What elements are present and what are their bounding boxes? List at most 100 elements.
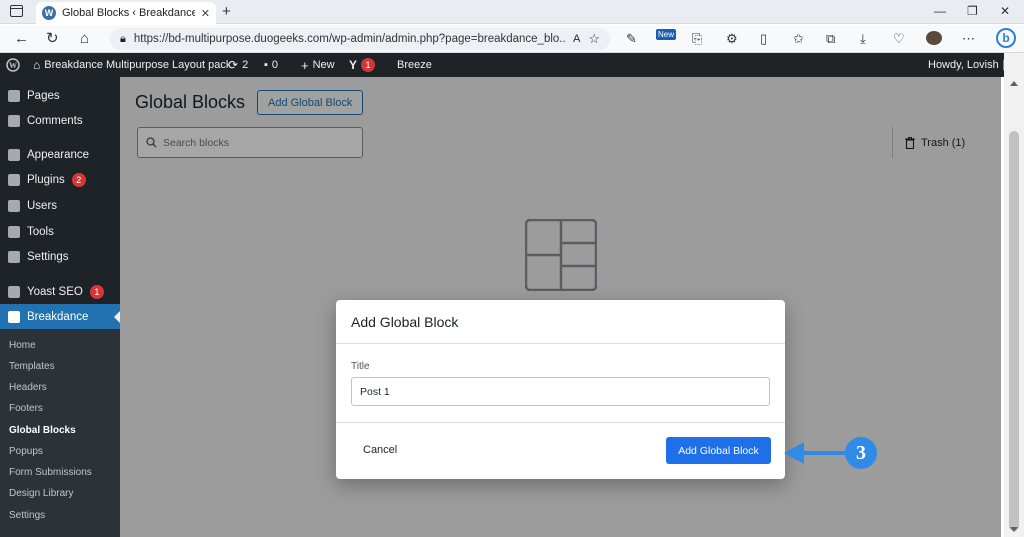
comment-bubble-icon: ▪ (264, 59, 268, 71)
wp-admin-bar: W ⌂ Breakdance Multipurpose Layout pack … (0, 53, 1015, 77)
title-input[interactable] (351, 377, 770, 406)
yoast-menu-badge: 1 (89, 285, 104, 299)
menu-label: Users (27, 200, 58, 212)
eyedropper-extension-icon[interactable]: ✎ (626, 31, 637, 47)
submenu-global-blocks[interactable]: Global Blocks (9, 425, 76, 436)
submenu-settings[interactable]: Settings (9, 510, 45, 521)
submenu-footers[interactable]: Footers (9, 403, 43, 414)
close-window-icon[interactable]: ✕ (1000, 4, 1010, 18)
downloads-icon[interactable]: ⤓ (860, 31, 866, 47)
extension-icon[interactable]: ⎘ (692, 31, 702, 47)
wp-logo-icon[interactable]: W (6, 53, 20, 77)
page-scrollbar[interactable] (1004, 53, 1024, 537)
breakdance-icon (8, 311, 20, 323)
favorites-icon[interactable]: ✩ (793, 31, 804, 47)
add-global-block-submit-button[interactable]: Add Global Block (666, 437, 771, 464)
submenu-home[interactable]: Home (9, 340, 36, 351)
tools-icon (8, 226, 20, 238)
breakdance-submenu: Home Templates Headers Footers Global Bl… (0, 329, 120, 537)
submenu-templates[interactable]: Templates (9, 361, 55, 372)
submenu-popups[interactable]: Popups (9, 446, 43, 457)
menu-breakdance[interactable]: Breakdance (0, 304, 120, 330)
menu-label: Tools (27, 226, 54, 238)
bing-copilot-icon[interactable]: b (996, 28, 1016, 48)
updates-count: 2 (242, 59, 249, 71)
submenu-form-submissions[interactable]: Form Submissions (9, 467, 92, 478)
site-name: Breakdance Multipurpose Layout pack (44, 59, 232, 71)
menu-label: Appearance (27, 149, 90, 161)
yoast-admin-link[interactable]: Y 1 (349, 53, 376, 77)
house-icon: ⌂ (33, 58, 41, 72)
callout-arrow-icon (784, 442, 848, 464)
menu-label: Yoast SEO (27, 286, 83, 298)
menu-users[interactable]: Users (0, 193, 120, 219)
menu-pages[interactable]: Pages (0, 83, 120, 109)
admin-sidebar: Pages Comments Appearance Plugins 2 Users… (0, 77, 120, 537)
yoast-icon (8, 286, 20, 298)
submenu-headers[interactable]: Headers (9, 382, 47, 393)
new-label: New (312, 59, 335, 71)
cancel-button[interactable]: Cancel (363, 444, 397, 456)
settings-icon (8, 251, 20, 263)
step-number-badge: 3 (845, 437, 877, 469)
restore-icon[interactable]: ❐ (967, 4, 978, 18)
menu-label: Breakdance (27, 311, 89, 323)
divider (336, 422, 785, 423)
scroll-up-arrow-icon[interactable] (1010, 81, 1018, 86)
comments-count: 0 (271, 59, 279, 71)
browser-essentials-icon[interactable]: ♡ (893, 31, 905, 47)
menu-settings[interactable]: Settings (0, 244, 120, 270)
menu-comments[interactable]: Comments (0, 108, 120, 134)
breeze-link[interactable]: Breeze (397, 53, 432, 77)
browser-tab-strip: W Global Blocks ‹ Breakdance Multi ✕ + —… (0, 0, 1024, 24)
lock-icon: 🔒︎ (120, 32, 126, 45)
new-content-link[interactable]: + New (301, 53, 335, 77)
more-menu-icon[interactable]: ⋯ (962, 31, 975, 47)
menu-label: Settings (27, 251, 69, 263)
menu-appearance[interactable]: Appearance (0, 142, 120, 168)
scroll-down-arrow-icon[interactable] (1010, 527, 1018, 532)
updates-icon: ⟳ (228, 58, 239, 72)
minimize-icon[interactable]: — (934, 4, 946, 18)
address-bar[interactable]: 🔒︎ https://bd-multipurpose.duogeeks.com/… (110, 28, 610, 50)
back-icon[interactable]: ← (14, 30, 29, 47)
read-aloud-icon[interactable]: A (573, 33, 580, 45)
menu-plugins[interactable]: Plugins 2 (0, 167, 120, 193)
comments-link[interactable]: ▪ 0 (264, 53, 278, 77)
my-account-link[interactable]: Howdy, Lovish (928, 53, 1015, 77)
plugins-badge: 2 (71, 173, 86, 187)
close-tab-icon[interactable]: ✕ (201, 7, 210, 20)
yoast-badge: 1 (361, 58, 376, 72)
scroll-thumb[interactable] (1009, 131, 1019, 531)
new-tab-icon[interactable]: + (222, 3, 231, 20)
profile-avatar[interactable] (926, 31, 942, 45)
url-text: https://bd-multipurpose.duogeeks.com/wp-… (133, 33, 565, 45)
menu-yoast-seo[interactable]: Yoast SEO 1 (0, 279, 120, 305)
dialog-title: Add Global Block (351, 314, 459, 330)
submenu-design-library[interactable]: Design Library (9, 488, 73, 499)
site-name-link[interactable]: ⌂ Breakdance Multipurpose Layout pack (33, 53, 231, 77)
comments-icon (8, 115, 20, 127)
yoast-icon: Y (349, 58, 358, 72)
howdy-text: Howdy, Lovish (928, 59, 999, 71)
collections-icon[interactable]: ⧉ (826, 31, 835, 47)
tab-actions-icon[interactable] (10, 5, 23, 17)
refresh-icon[interactable]: ↻ (46, 30, 59, 47)
split-screen-icon[interactable]: ▯ (760, 31, 767, 47)
add-global-block-dialog: Add Global Block Title Cancel Add Global… (336, 300, 785, 479)
menu-tools[interactable]: Tools (0, 219, 120, 245)
pages-icon (8, 90, 20, 102)
wordpress-favicon-icon: W (42, 6, 56, 20)
home-icon[interactable]: ⌂ (80, 30, 89, 47)
favorite-star-icon[interactable]: ☆ (588, 31, 600, 47)
new-extension-badge[interactable]: New (656, 29, 677, 40)
tab-title: Global Blocks ‹ Breakdance Multi (62, 7, 195, 19)
puzzle-extension-icon[interactable]: ⚙ (726, 31, 738, 47)
plugins-icon (8, 174, 20, 186)
appearance-icon (8, 149, 20, 161)
updates-link[interactable]: ⟳ 2 (228, 53, 248, 77)
browser-tab[interactable]: W Global Blocks ‹ Breakdance Multi ✕ (36, 2, 216, 24)
divider (336, 343, 785, 344)
browser-toolbar: ← ↻ ⌂ 🔒︎ https://bd-multipurpose.duogeek… (0, 25, 1024, 53)
plus-icon: + (301, 57, 309, 73)
